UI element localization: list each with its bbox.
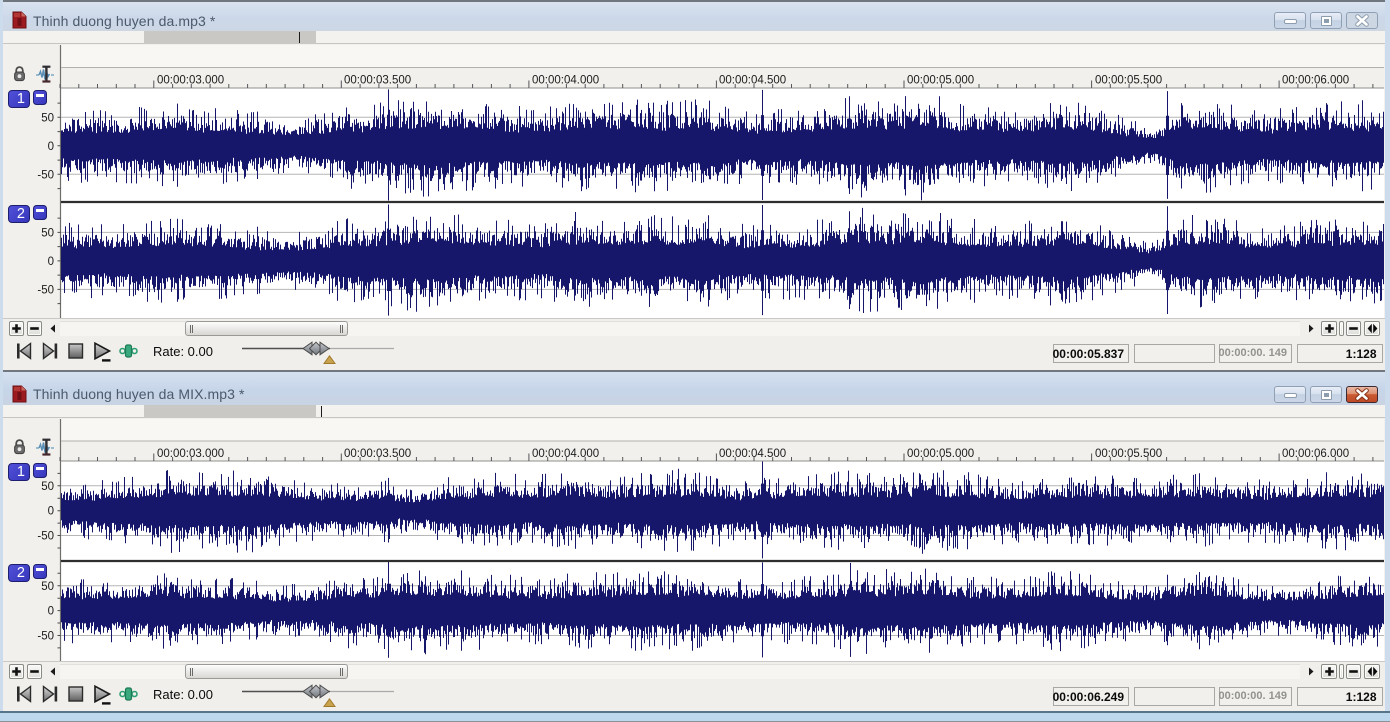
svg-text:-50: -50: [37, 169, 54, 181]
svg-text:00:00:03.000: 00:00:03.000: [157, 448, 224, 460]
svg-text:50: 50: [41, 112, 54, 124]
svg-text:00:00:04.500: 00:00:04.500: [719, 75, 786, 87]
svg-text:00:00:06.000: 00:00:06.000: [1282, 75, 1349, 87]
svg-text:00:00:05.000: 00:00:05.000: [907, 75, 974, 87]
svg-text:00:00:05.500: 00:00:05.500: [1095, 75, 1162, 87]
svg-text:-50: -50: [37, 631, 54, 643]
svg-text:00:00:04.500: 00:00:04.500: [719, 448, 786, 460]
svg-text:00:00:03.000: 00:00:03.000: [157, 75, 224, 87]
svg-text:-50: -50: [37, 284, 54, 296]
svg-text:50: 50: [41, 481, 54, 493]
svg-text:50: 50: [41, 581, 54, 593]
svg-text:0: 0: [48, 506, 54, 518]
svg-text:00:00:05.000: 00:00:05.000: [907, 448, 974, 460]
svg-text:0: 0: [48, 141, 54, 153]
svg-text:00:00:03.500: 00:00:03.500: [344, 448, 411, 460]
svg-text:-50: -50: [37, 531, 54, 543]
svg-text:00:00:06.000: 00:00:06.000: [1282, 448, 1349, 460]
svg-text:00:00:04.000: 00:00:04.000: [532, 75, 599, 87]
svg-text:50: 50: [41, 227, 54, 239]
svg-text:00:00:04.000: 00:00:04.000: [532, 448, 599, 460]
svg-text:00:00:05.500: 00:00:05.500: [1095, 448, 1162, 460]
svg-text:0: 0: [48, 606, 54, 618]
svg-text:0: 0: [48, 256, 54, 268]
svg-text:00:00:03.500: 00:00:03.500: [344, 75, 411, 87]
